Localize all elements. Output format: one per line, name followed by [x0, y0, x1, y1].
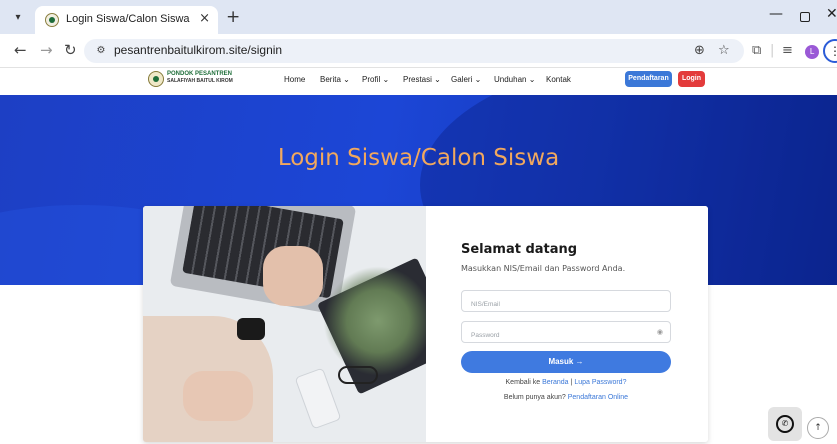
site-navbar: PONDOK PESANTREN SALAFIYAH BAITUL KIROM … [0, 68, 837, 95]
password-field[interactable]: ◉ [461, 321, 671, 346]
hand-illustration [183, 371, 253, 421]
login-form: Selamat datang Masukkan NIS/Email dan Pa… [426, 206, 708, 442]
help-links: Kembali ke Beranda | Lupa Password? [461, 379, 671, 386]
submit-login-button[interactable]: Masuk → [461, 351, 671, 373]
zoom-icon[interactable]: ⊕ [694, 43, 705, 58]
register-button[interactable]: Pendaftaran [625, 71, 672, 87]
link-separator: | [570, 379, 573, 386]
site-logo-subtitle[interactable]: SALAFIYAH BAITUL KIROM [167, 78, 233, 84]
login-instructions: Masukkan NIS/Email dan Password Anda. [461, 264, 626, 273]
site-logo-title[interactable]: PONDOK PESANTREN [167, 71, 232, 77]
tab-close-button[interactable]: × [199, 11, 210, 26]
home-link[interactable]: Beranda [542, 379, 568, 386]
nav-galeri[interactable]: Galeri ⌄ [451, 75, 481, 84]
welcome-heading: Selamat datang [461, 242, 578, 257]
site-info-icon[interactable]: ⚙ [93, 43, 109, 59]
plant-illustration [323, 266, 426, 376]
browser-menu-kebab-icon[interactable]: ⋮ [823, 39, 837, 63]
online-registration-link[interactable]: Pendaftaran Online [568, 394, 628, 401]
address-bar[interactable]: ⚙ pesantrenbaitulkirom.site/signin ⊕ ☆ [84, 39, 744, 63]
extensions-puzzle-icon[interactable]: ⧉ [752, 43, 761, 58]
whatsapp-button[interactable]: ✆ [768, 407, 802, 441]
nis-email-field[interactable] [461, 290, 671, 315]
tab-title: Login Siswa/Calon Siswa [66, 13, 190, 25]
window-minimize-button[interactable]: — [769, 6, 783, 22]
login-button[interactable]: Login [678, 71, 705, 87]
laptop-workspace-image [143, 206, 426, 442]
url-text[interactable]: pesantrenbaitulkirom.site/signin [114, 43, 282, 57]
hand-illustration [263, 246, 323, 306]
media-playlist-icon[interactable]: ≡ [782, 43, 793, 58]
browser-toolbar: ← → ↻ ⚙ pesantrenbaitulkirom.site/signin… [0, 34, 837, 68]
profile-avatar[interactable]: L [805, 45, 819, 59]
back-prefix-text: Kembali ke [505, 379, 541, 386]
register-prompt: Belum punya akun? Pendaftaran Online [461, 394, 671, 401]
nav-kontak[interactable]: Kontak [546, 75, 571, 84]
nis-email-input[interactable] [462, 294, 670, 315]
browser-tabstrip: ▾ Login Siswa/Calon Siswa × + — ✕ [0, 0, 837, 34]
password-input[interactable] [462, 325, 670, 346]
phone-illustration [294, 367, 342, 430]
show-password-eye-icon[interactable]: ◉ [657, 328, 663, 336]
back-arrow-icon[interactable]: ← [14, 42, 27, 58]
reload-icon[interactable]: ↻ [64, 42, 77, 58]
nav-profil[interactable]: Profil ⌄ [362, 75, 389, 84]
scroll-to-top-button[interactable]: ↑ [807, 417, 829, 439]
whatsapp-icon: ✆ [776, 415, 794, 433]
forgot-password-link[interactable]: Lupa Password? [574, 379, 626, 386]
tab-search-button[interactable]: ▾ [8, 9, 28, 27]
window-maximize-button[interactable] [800, 12, 810, 22]
tab-favicon-icon [45, 13, 59, 27]
site-logo-icon[interactable] [148, 71, 164, 87]
watch-illustration [237, 318, 265, 340]
bookmark-star-icon[interactable]: ☆ [718, 43, 730, 58]
browser-tab[interactable]: Login Siswa/Calon Siswa × [35, 6, 218, 34]
no-account-text: Belum punya akun? [503, 394, 566, 401]
nav-home[interactable]: Home [284, 75, 305, 84]
forward-arrow-icon[interactable]: → [40, 42, 53, 58]
toolbar-divider: | [770, 43, 775, 58]
glasses-illustration [338, 366, 378, 384]
new-tab-button[interactable]: + [226, 8, 240, 26]
page-title: Login Siswa/Calon Siswa [277, 145, 560, 171]
window-close-button[interactable]: ✕ [826, 6, 837, 22]
nav-prestasi[interactable]: Prestasi ⌄ [403, 75, 441, 84]
nav-berita[interactable]: Berita ⌄ [320, 75, 350, 84]
nav-unduhan[interactable]: Unduhan ⌄ [494, 75, 535, 84]
login-card: Selamat datang Masukkan NIS/Email dan Pa… [143, 206, 708, 442]
